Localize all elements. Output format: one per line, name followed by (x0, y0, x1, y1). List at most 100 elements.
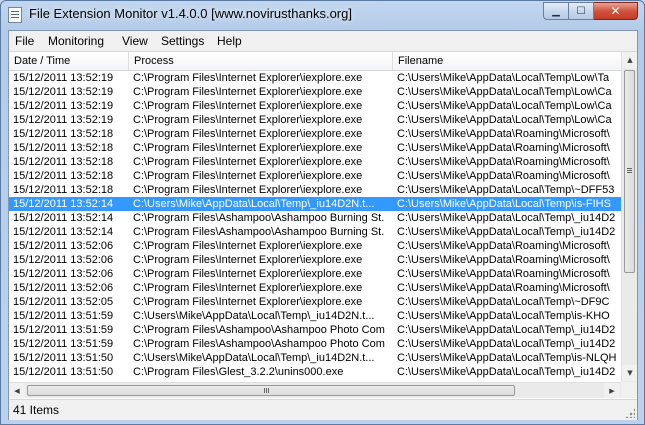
table-row[interactable]: 15/12/2011 13:52:06 C:\Program Files\Inte… (9, 239, 621, 253)
process-cell: C:\Program Files\Internet Explorer\iexpl… (133, 156, 363, 168)
date-time-cell: 15/12/2011 13:52:19 (13, 86, 114, 98)
main-window: File Extension Monitor v1.4.0.0 [www.nov… (0, 0, 645, 425)
filename-cell: C:\Users\Mike\AppData\Local\Temp\_iu14D2 (397, 338, 616, 350)
title-bar[interactable]: File Extension Monitor v1.4.0.0 [www.nov… (1, 1, 644, 30)
process-cell: C:\Users\Mike\AppData\Local\Temp\_iu14D2… (133, 310, 375, 322)
scroll-up-arrow-icon[interactable]: ▲ (622, 52, 637, 68)
process-cell: C:\Program Files\Internet Explorer\iexpl… (133, 240, 363, 252)
process-cell: C:\Program Files\Internet Explorer\iexpl… (133, 282, 363, 294)
table-row[interactable]: 15/12/2011 13:52:14 C:\Program Files\Asha… (9, 225, 621, 239)
filename-cell: C:\Users\Mike\AppData\Local\Temp\_iu14D2 (397, 366, 616, 378)
date-time-cell: 15/12/2011 13:52:18 (13, 184, 114, 196)
list-rows: 15/12/2011 13:52:19 C:\Program Files\Inte… (9, 71, 621, 382)
table-row[interactable]: 15/12/2011 13:52:18 C:\Program Files\Inte… (9, 183, 621, 197)
close-button[interactable]: ✕ (594, 2, 638, 20)
process-cell: C:\Users\Mike\AppData\Local\Temp\_iu14D2… (133, 198, 375, 210)
date-time-cell: 15/12/2011 13:52:06 (13, 268, 114, 280)
date-time-cell: 15/12/2011 13:51:59 (13, 338, 114, 350)
scroll-corner (621, 382, 637, 398)
process-cell: C:\Program Files\Ashampoo\Ashampoo Photo… (133, 324, 385, 336)
events-list[interactable]: Date / Time Process Filename 15/12/2011 … (9, 52, 637, 398)
table-row[interactable]: 15/12/2011 13:52:18 C:\Program Files\Inte… (9, 141, 621, 155)
date-time-cell: 15/12/2011 13:52:06 (13, 240, 114, 252)
table-row[interactable]: 15/12/2011 13:52:06 C:\Program Files\Inte… (9, 253, 621, 267)
date-time-cell: 15/12/2011 13:51:50 (13, 352, 114, 364)
date-time-cell: 15/12/2011 13:52:05 (13, 296, 114, 308)
filename-cell: C:\Users\Mike\AppData\Roaming\Microsoft\ (397, 254, 610, 266)
filename-cell: C:\Users\Mike\AppData\Local\Temp\Low\Ca (397, 100, 612, 112)
table-row[interactable]: 15/12/2011 13:51:59 C:\Program Files\Asha… (9, 337, 621, 351)
date-time-cell: 15/12/2011 13:51:59 (13, 324, 114, 336)
table-row[interactable]: 15/12/2011 13:52:06 C:\Program Files\Inte… (9, 281, 621, 295)
horizontal-scrollbar[interactable]: ◀ ▶ (9, 382, 621, 398)
client-area: File Monitoring View Settings Help Date … (8, 30, 638, 420)
process-cell: C:\Program Files\Internet Explorer\iexpl… (133, 296, 363, 308)
filename-cell: C:\Users\Mike\AppData\Roaming\Microsoft\ (397, 240, 610, 252)
date-time-cell: 15/12/2011 13:52:06 (13, 282, 114, 294)
process-cell: C:\Program Files\Internet Explorer\iexpl… (133, 72, 363, 84)
scroll-down-arrow-icon[interactable]: ▼ (622, 365, 637, 381)
filename-cell: C:\Users\Mike\AppData\Local\Temp\is-NLQH (397, 352, 617, 364)
table-row[interactable]: 15/12/2011 13:52:19 C:\Program Files\Inte… (9, 113, 621, 127)
process-cell: C:\Program Files\Internet Explorer\iexpl… (133, 254, 363, 266)
date-time-cell: 15/12/2011 13:52:19 (13, 114, 114, 126)
column-header-filename[interactable]: Filename (393, 52, 621, 70)
table-row[interactable]: 15/12/2011 13:52:18 C:\Program Files\Inte… (9, 169, 621, 183)
table-row[interactable]: 15/12/2011 13:52:19 C:\Program Files\Inte… (9, 85, 621, 99)
horizontal-scroll-thumb[interactable] (27, 385, 515, 396)
menu-bar: File Monitoring View Settings Help (9, 31, 637, 52)
date-time-cell: 15/12/2011 13:52:19 (13, 100, 114, 112)
filename-cell: C:\Users\Mike\AppData\Roaming\Microsoft\ (397, 128, 610, 140)
menu-file[interactable]: File (15, 34, 34, 48)
table-row[interactable]: 15/12/2011 13:52:14 C:\Program Files\Asha… (9, 211, 621, 225)
process-cell: C:\Program Files\Ashampoo\Ashampoo Burni… (133, 212, 385, 224)
filename-cell: C:\Users\Mike\AppData\Roaming\Microsoft\ (397, 268, 610, 280)
window-title: File Extension Monitor v1.4.0.0 [www.nov… (29, 6, 352, 21)
process-cell: C:\Program Files\Glest_3.2.2\unins000.ex… (133, 366, 344, 378)
table-row[interactable]: 15/12/2011 13:52:19 C:\Program Files\Inte… (9, 99, 621, 113)
filename-cell: C:\Users\Mike\AppData\Local\Temp\Low\Ca (397, 86, 612, 98)
menu-view[interactable]: View (122, 34, 148, 48)
table-row[interactable]: 15/12/2011 13:52:14 C:\Users\Mike\AppData… (9, 197, 621, 211)
table-row[interactable]: 15/12/2011 13:51:50 C:\Program Files\Gles… (9, 365, 621, 379)
filename-cell: C:\Users\Mike\AppData\Local\Temp\~DF9C (397, 296, 610, 308)
date-time-cell: 15/12/2011 13:52:18 (13, 128, 114, 140)
process-cell: C:\Program Files\Internet Explorer\iexpl… (133, 184, 363, 196)
process-cell: C:\Users\Mike\AppData\Local\Temp\_iu14D2… (133, 352, 375, 364)
process-cell: C:\Program Files\Internet Explorer\iexpl… (133, 100, 363, 112)
date-time-cell: 15/12/2011 13:52:18 (13, 142, 114, 154)
date-time-cell: 15/12/2011 13:52:14 (13, 226, 114, 238)
resize-grip-icon[interactable] (625, 408, 635, 418)
scroll-right-arrow-icon[interactable]: ▶ (604, 383, 620, 398)
filename-cell: C:\Users\Mike\AppData\Local\Temp\is-FIHS (397, 198, 611, 210)
column-header-date-time[interactable]: Date / Time (9, 52, 129, 70)
date-time-cell: 15/12/2011 13:51:59 (13, 310, 114, 322)
process-cell: C:\Program Files\Internet Explorer\iexpl… (133, 86, 363, 98)
table-row[interactable]: 15/12/2011 13:52:19 C:\Program Files\Inte… (9, 71, 621, 85)
menu-help[interactable]: Help (217, 34, 242, 48)
table-row[interactable]: 15/12/2011 13:52:06 C:\Program Files\Inte… (9, 267, 621, 281)
vertical-scroll-thumb[interactable] (624, 70, 635, 273)
process-cell: C:\Program Files\Internet Explorer\iexpl… (133, 114, 363, 126)
list-header: Date / Time Process Filename (9, 52, 621, 71)
vertical-scrollbar[interactable]: ▲ ▼ (621, 52, 637, 382)
filename-cell: C:\Users\Mike\AppData\Local\Temp\is-KHO (397, 310, 610, 322)
scroll-left-arrow-icon[interactable]: ◀ (9, 383, 25, 398)
date-time-cell: 15/12/2011 13:52:06 (13, 254, 114, 266)
table-row[interactable]: 15/12/2011 13:52:18 C:\Program Files\Inte… (9, 127, 621, 141)
menu-settings[interactable]: Settings (161, 34, 204, 48)
table-row[interactable]: 15/12/2011 13:51:59 C:\Program Files\Asha… (9, 323, 621, 337)
maximize-button[interactable]: ☐ (569, 2, 594, 20)
date-time-cell: 15/12/2011 13:52:14 (13, 212, 114, 224)
table-row[interactable]: 15/12/2011 13:51:59 C:\Users\Mike\AppData… (9, 309, 621, 323)
table-row[interactable]: 15/12/2011 13:52:18 C:\Program Files\Inte… (9, 155, 621, 169)
minimize-button[interactable]: ▁ (543, 2, 569, 20)
table-row[interactable]: 15/12/2011 13:52:05 C:\Program Files\Inte… (9, 295, 621, 309)
date-time-cell: 15/12/2011 13:52:18 (13, 156, 114, 168)
column-header-process[interactable]: Process (129, 52, 393, 70)
table-row[interactable]: 15/12/2011 13:51:50 C:\Users\Mike\AppData… (9, 351, 621, 365)
app-icon[interactable] (8, 7, 22, 23)
menu-monitoring[interactable]: Monitoring (48, 34, 104, 48)
date-time-cell: 15/12/2011 13:52:19 (13, 72, 114, 84)
filename-cell: C:\Users\Mike\AppData\Local\Temp\_iu14D2 (397, 226, 616, 238)
